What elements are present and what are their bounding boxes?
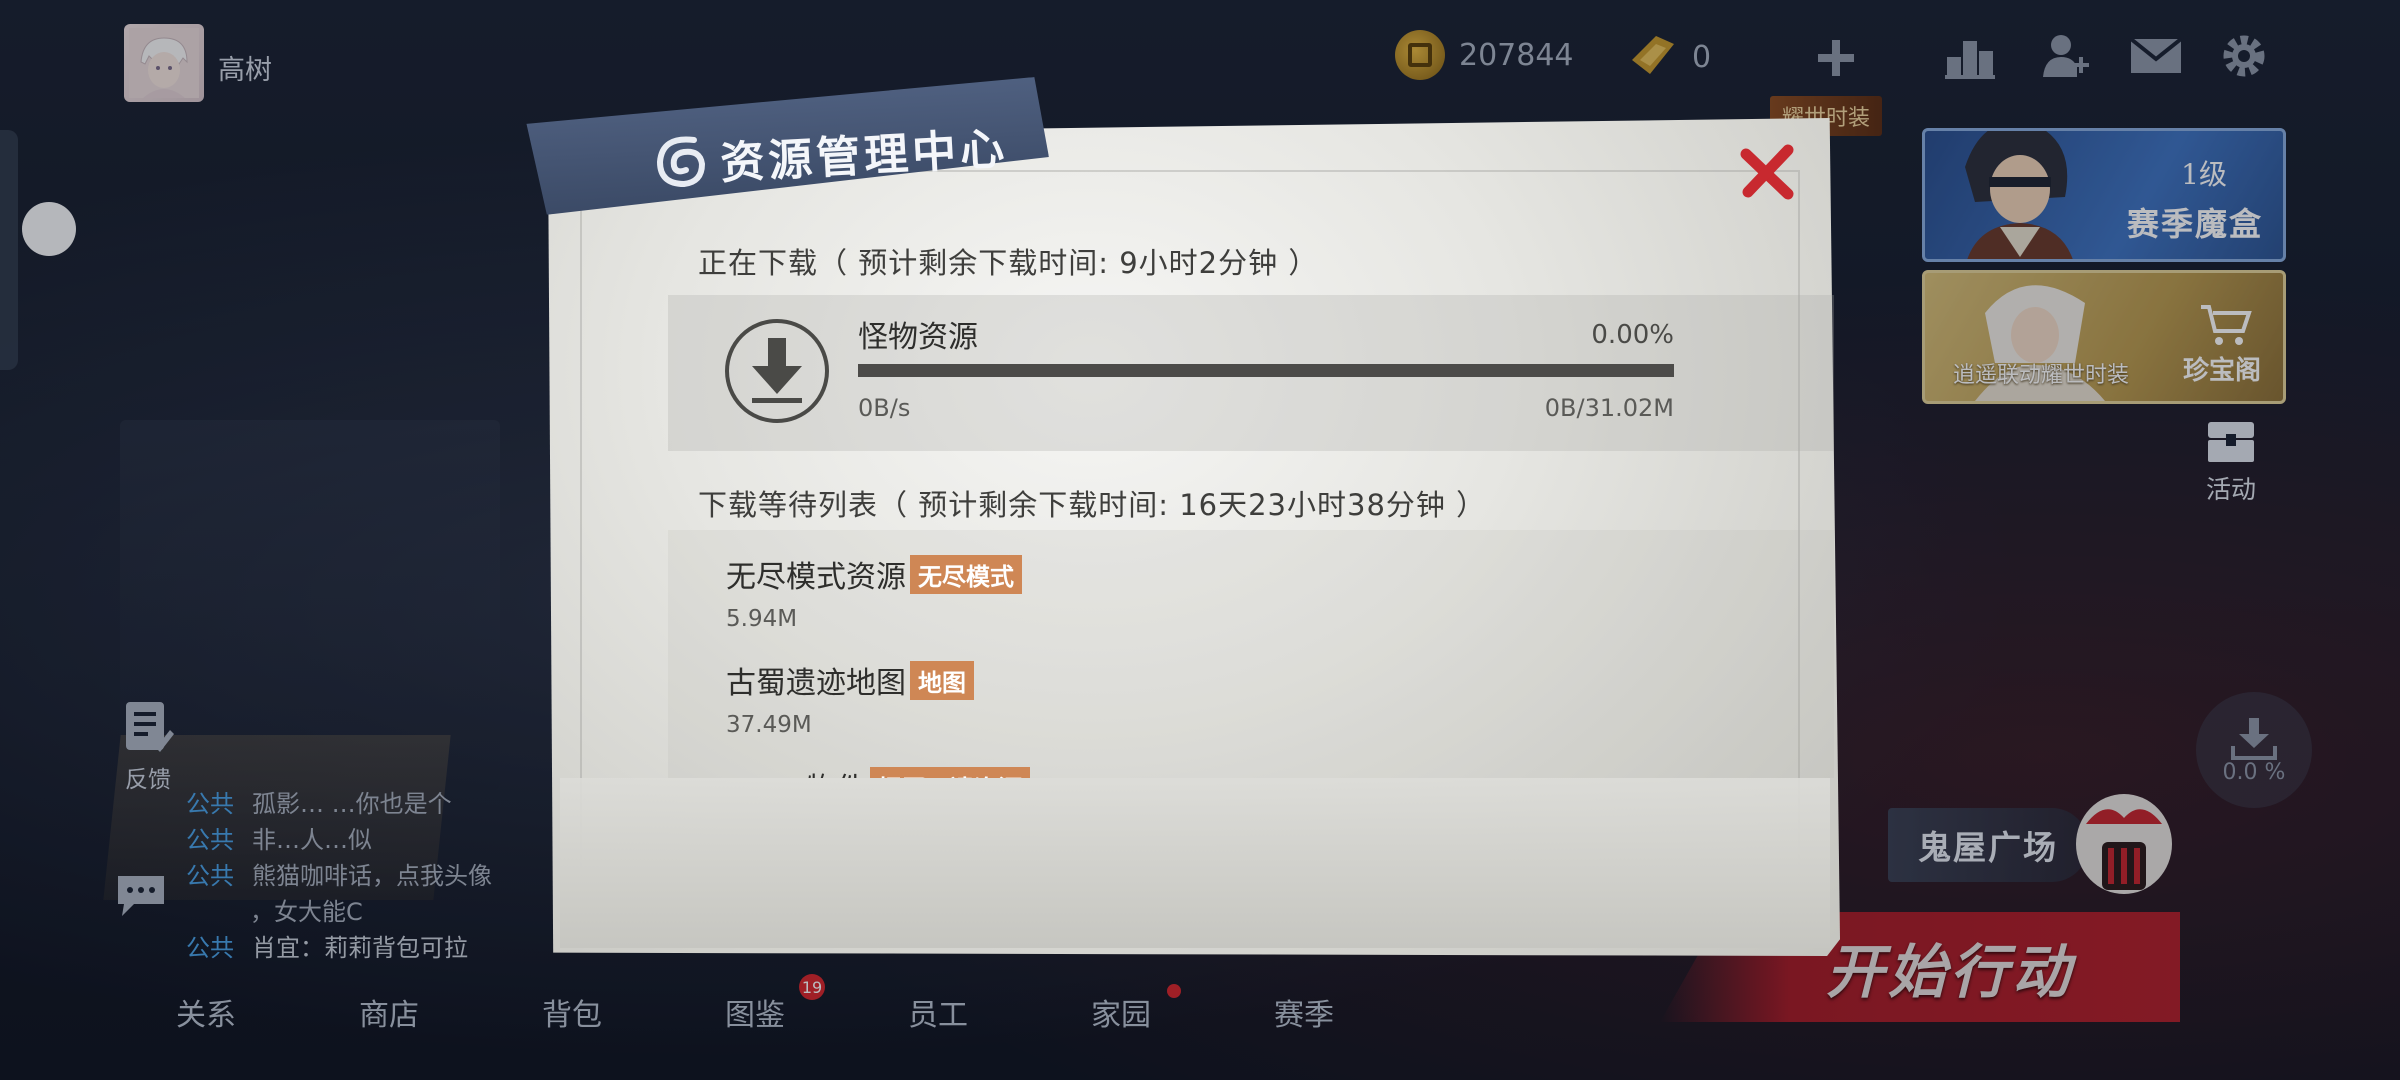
queue-item-name: 无尽模式资源 <box>726 560 906 595</box>
download-progress-fill <box>858 364 1674 377</box>
queue-item-name: 古蜀遗迹地图 <box>726 666 906 701</box>
queue-item-tag: 无尽模式 <box>910 554 1022 594</box>
queue-item[interactable]: 无尽模式资源 无尽模式 5.94M <box>726 552 1022 632</box>
queue-item-size: 5.94M <box>726 606 798 632</box>
close-icon[interactable] <box>1736 140 1800 204</box>
download-progress-bar <box>858 364 1674 377</box>
download-queue-list[interactable]: 无尽模式资源无尽模式 5.94M 古蜀遗迹地图地图 37.49M …物件扭蛋…遗… <box>668 530 1834 778</box>
queue-item-name: …物件 <box>726 764 866 778</box>
download-size: 0B/31.02M <box>1544 394 1674 422</box>
dialog-footer-area <box>560 778 1830 948</box>
queue-item[interactable]: 古蜀遗迹地图 地图 37.49M <box>726 658 974 738</box>
queue-item-tag: 地图 <box>910 660 974 700</box>
swirl-logo-icon <box>656 136 706 188</box>
queue-item-size: 37.49M <box>726 712 812 738</box>
queue-item[interactable]: …物件扭蛋…遗资源 <box>726 764 1030 778</box>
queue-item-tag: 扭蛋…遗资源 <box>870 766 1030 778</box>
downloading-section-title: 正在下载（ 预计剩余下载时间: 9小时2分钟 ） <box>698 246 1319 280</box>
download-speed: 0B/s <box>858 394 911 422</box>
queue-section-title: 下载等待列表（ 预计剩余下载时间: 16天23小时38分钟 ） <box>698 488 1487 522</box>
download-item-name: 怪物资源 <box>858 320 978 355</box>
download-percent-text: 0.00% <box>1591 320 1674 350</box>
download-icon[interactable] <box>722 316 832 426</box>
